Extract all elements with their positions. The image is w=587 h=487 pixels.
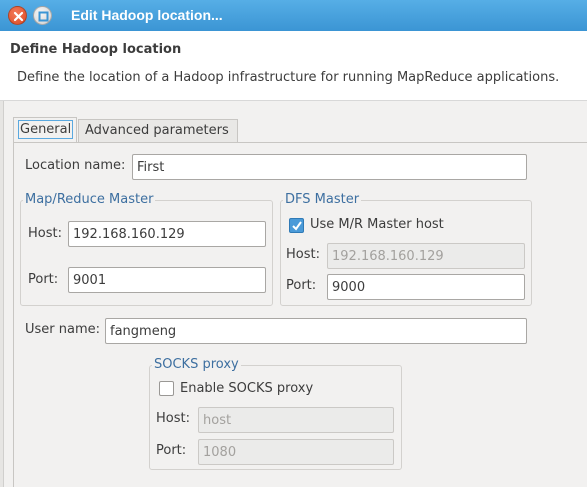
close-button[interactable]: [8, 6, 27, 25]
user-name-label: User name:: [25, 322, 101, 337]
maximize-icon: [38, 11, 49, 22]
socks-port-label: Port:: [156, 443, 187, 458]
enable-socks-proxy-label[interactable]: Enable SOCKS proxy: [180, 381, 313, 396]
dfs-master-title: DFS Master: [283, 192, 362, 207]
socks-host-input: [198, 407, 394, 433]
mr-port-input[interactable]: [68, 267, 266, 293]
location-name-input[interactable]: [132, 154, 527, 180]
title-bar: Edit Hadoop location...: [0, 0, 587, 31]
dfs-port-label: Port:: [286, 278, 317, 293]
dfs-host-label: Host:: [286, 247, 320, 262]
socks-port-input: [198, 439, 394, 465]
tab-advanced-label: Advanced parameters: [85, 123, 229, 138]
tab-general[interactable]: General: [13, 117, 77, 143]
mr-master-title: Map/Reduce Master: [23, 192, 156, 207]
check-icon: [292, 221, 302, 231]
use-mr-master-host-checkbox[interactable]: [289, 218, 304, 233]
user-name-input[interactable]: [105, 318, 527, 344]
socks-host-label: Host:: [156, 411, 190, 426]
banner-title: Define Hadoop location: [10, 42, 182, 57]
mr-host-input[interactable]: [68, 221, 266, 247]
header-banner: Define Hadoop location Define the locati…: [0, 31, 587, 101]
tab-advanced-parameters[interactable]: Advanced parameters: [78, 119, 238, 143]
socks-proxy-title: SOCKS proxy: [152, 357, 241, 372]
location-name-label: Location name:: [25, 158, 126, 173]
dfs-port-input[interactable]: [327, 274, 525, 300]
use-mr-master-host-label[interactable]: Use M/R Master host: [310, 217, 444, 232]
maximize-button[interactable]: [33, 6, 52, 25]
close-icon: [13, 11, 24, 22]
banner-description: Define the location of a Hadoop infrastr…: [17, 70, 560, 85]
window-title: Edit Hadoop location...: [71, 7, 223, 23]
tab-general-label: General: [17, 120, 74, 139]
mr-port-label: Port:: [28, 272, 59, 287]
mr-host-label: Host:: [28, 226, 62, 241]
dfs-host-input: [327, 243, 525, 269]
left-divider: [0, 101, 4, 487]
enable-socks-proxy-checkbox[interactable]: [159, 381, 174, 396]
